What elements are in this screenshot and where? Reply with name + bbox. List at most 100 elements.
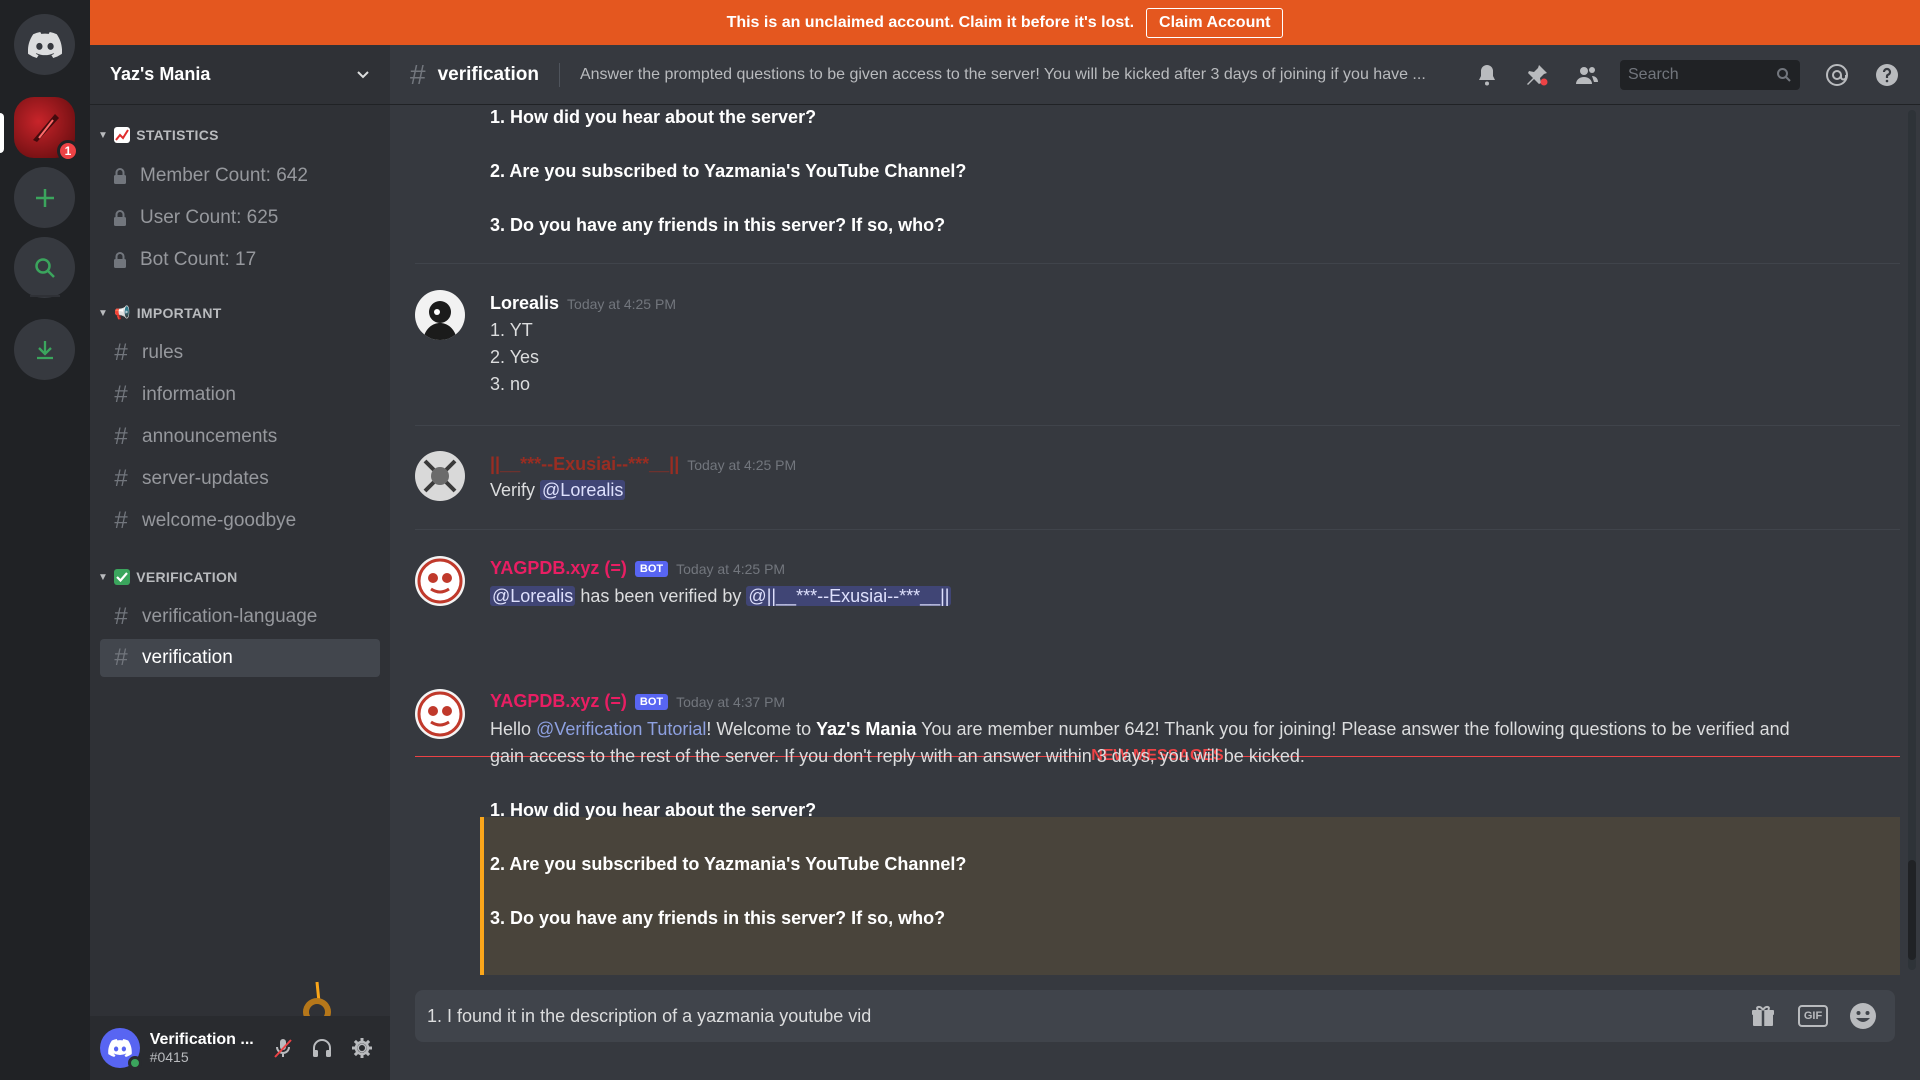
pin-icon[interactable] bbox=[1525, 63, 1549, 87]
header-divider bbox=[558, 62, 560, 87]
timestamp: Today at 4:25 PM bbox=[567, 296, 676, 312]
search-icon bbox=[1777, 68, 1791, 82]
add-server-button[interactable] bbox=[14, 167, 75, 228]
online-status-indicator bbox=[127, 1056, 142, 1070]
channel-label: information bbox=[142, 384, 236, 405]
text-channel-icon: # bbox=[114, 465, 128, 492]
mute-button[interactable] bbox=[265, 1030, 301, 1066]
claim-account-button[interactable]: Claim Account bbox=[1146, 7, 1284, 38]
text-channel-icon: # bbox=[114, 644, 128, 671]
gift-button[interactable] bbox=[1745, 998, 1781, 1034]
chart-emoji-icon bbox=[114, 127, 131, 143]
bell-icon[interactable] bbox=[1475, 63, 1499, 87]
mentions-icon[interactable] bbox=[1825, 63, 1849, 87]
channel-title: verification bbox=[437, 63, 539, 85]
avatar-exusiai-icon bbox=[423, 459, 457, 493]
caret-down-icon: ▼ bbox=[98, 571, 109, 583]
channel-user-count[interactable]: User Count: 625 bbox=[100, 199, 380, 237]
search-input[interactable]: Search bbox=[1620, 60, 1800, 90]
text-channel-icon: # bbox=[114, 381, 128, 408]
timestamp: Today at 4:25 PM bbox=[687, 457, 797, 473]
explore-servers-button[interactable] bbox=[14, 237, 75, 298]
gif-button[interactable]: GIF bbox=[1795, 998, 1831, 1034]
channel-server-updates[interactable]: # server-updates bbox=[100, 460, 380, 498]
compass-search-icon bbox=[34, 257, 55, 278]
category-label: VERIFICATION bbox=[136, 569, 238, 585]
channel-sidebar: Yaz's Mania ▼ STATISTICS Member Count: 6… bbox=[90, 45, 390, 1080]
category-important[interactable]: ▼ 📢 IMPORTANT bbox=[98, 305, 222, 321]
channel-verification-language[interactable]: # verification-language bbox=[100, 598, 380, 636]
caret-down-icon: ▼ bbox=[98, 307, 109, 319]
message-text: ! Welcome to bbox=[706, 719, 817, 739]
gift-icon bbox=[1752, 1006, 1774, 1026]
message-scrollbar[interactable] bbox=[1908, 110, 1916, 970]
scrollbar-thumb[interactable] bbox=[1908, 860, 1916, 960]
help-icon[interactable] bbox=[1875, 63, 1899, 87]
user-tag: #0415 bbox=[149, 1049, 189, 1065]
plus-icon bbox=[35, 188, 54, 207]
message-text: has been verified by bbox=[575, 586, 747, 606]
channel-topic[interactable]: Answer the prompted questions to be give… bbox=[580, 66, 1450, 84]
server-name-bold: Yaz's Mania bbox=[816, 719, 917, 739]
avatar[interactable] bbox=[415, 451, 465, 501]
deafen-button[interactable] bbox=[305, 1030, 341, 1066]
mention-highlight bbox=[480, 817, 1900, 975]
voice-lock-icon bbox=[110, 251, 130, 269]
avatar[interactable] bbox=[415, 689, 465, 739]
author-name[interactable]: YAGPDB.xyz (=) bbox=[490, 558, 627, 579]
message-header: Lorealis Today at 4:25 PM bbox=[490, 293, 676, 314]
avatar[interactable] bbox=[100, 1028, 142, 1070]
channel-information[interactable]: # information bbox=[100, 376, 380, 414]
members-icon[interactable] bbox=[1575, 63, 1599, 87]
message-line: 1. How did you hear about the server? bbox=[490, 800, 817, 820]
text-channel-icon: # bbox=[114, 603, 128, 630]
channel-label: verification-language bbox=[142, 606, 318, 627]
rail-separator bbox=[30, 295, 60, 297]
message-header: YAGPDB.xyz (=) BOT Today at 4:37 PM bbox=[490, 691, 785, 712]
username: Verification ... bbox=[149, 1031, 254, 1048]
avatar-yagpdb-icon bbox=[417, 691, 463, 737]
avatar[interactable] bbox=[415, 290, 465, 340]
message-input[interactable] bbox=[427, 1005, 1745, 1027]
channel-member-count[interactable]: Member Count: 642 bbox=[100, 157, 380, 195]
message-line: 2. Yes bbox=[490, 347, 540, 367]
emoji-button[interactable] bbox=[1845, 998, 1881, 1034]
download-icon bbox=[36, 340, 53, 359]
user-mention[interactable]: @Lorealis bbox=[490, 586, 576, 606]
checkmark-emoji-icon bbox=[114, 569, 131, 585]
avatar[interactable] bbox=[415, 556, 465, 606]
user-mention[interactable]: @Lorealis bbox=[540, 480, 626, 500]
message-line: gain access to the rest of the server. I… bbox=[490, 746, 1305, 766]
voice-lock-icon bbox=[110, 209, 130, 227]
channel-welcome-goodbye[interactable]: # welcome-goodbye bbox=[100, 502, 380, 540]
channel-label: Bot Count: 17 bbox=[140, 249, 257, 270]
user-mention[interactable]: @Verification Tutorial bbox=[536, 719, 706, 739]
channel-rules[interactable]: # rules bbox=[100, 334, 380, 372]
search-placeholder: Search bbox=[1628, 66, 1679, 83]
bot-badge: BOT bbox=[634, 561, 669, 577]
author-name[interactable]: ||__***--Exusiai--***__|| bbox=[490, 454, 679, 475]
channel-bot-count[interactable]: Bot Count: 17 bbox=[100, 241, 380, 279]
server-yazs-mania[interactable]: 1 bbox=[14, 97, 79, 162]
guild-name: Yaz's Mania bbox=[110, 64, 211, 84]
avatar-lorealis-icon bbox=[423, 301, 457, 340]
headphones-icon bbox=[313, 1039, 332, 1057]
message-content: Hello @Verification Tutorial! Welcome to… bbox=[490, 719, 1790, 740]
timestamp: Today at 4:25 PM bbox=[676, 561, 786, 577]
category-verification[interactable]: ▼ VERIFICATION bbox=[98, 569, 238, 585]
guild-header[interactable]: Yaz's Mania bbox=[90, 45, 390, 105]
timestamp: Today at 4:37 PM bbox=[676, 694, 786, 710]
message-line: 1. How did you hear about the server? bbox=[490, 107, 817, 127]
home-button[interactable] bbox=[14, 14, 75, 75]
message-content: Verify @Lorealis bbox=[490, 480, 626, 501]
category-statistics[interactable]: ▼ STATISTICS bbox=[98, 127, 219, 143]
channel-announcements[interactable]: # announcements bbox=[100, 418, 380, 456]
message-header: ||__***--Exusiai--***__|| Today at 4:25 … bbox=[490, 454, 796, 475]
author-name[interactable]: Lorealis bbox=[490, 293, 559, 314]
download-apps-button[interactable] bbox=[14, 319, 75, 380]
user-settings-button[interactable] bbox=[344, 1030, 380, 1066]
channel-verification[interactable]: # verification bbox=[100, 639, 380, 677]
user-mention[interactable]: @||__***--Exusiai--***__|| bbox=[746, 586, 952, 606]
text-channel-icon: # bbox=[410, 58, 426, 90]
author-name[interactable]: YAGPDB.xyz (=) bbox=[490, 691, 627, 712]
